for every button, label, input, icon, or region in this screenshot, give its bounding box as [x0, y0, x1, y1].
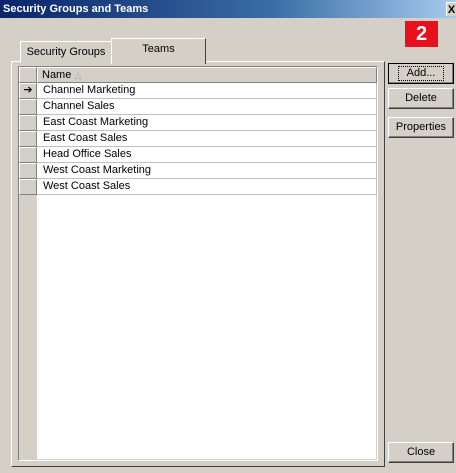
delete-button[interactable]: Delete	[388, 88, 454, 109]
grid-header: Name △	[19, 67, 377, 83]
header-selector-cell	[19, 67, 37, 83]
table-row[interactable]: Channel Sales	[19, 99, 377, 115]
column-header-label: Name	[42, 69, 72, 81]
current-row-arrow-icon: ➔	[19, 83, 37, 99]
table-row[interactable]: West Coast Sales	[19, 179, 377, 195]
team-name-cell[interactable]: Head Office Sales	[37, 147, 377, 163]
row-selector[interactable]	[19, 179, 37, 195]
table-row[interactable]: Head Office Sales	[19, 147, 377, 163]
tab-security-groups[interactable]: Security Groups	[20, 41, 112, 63]
add-button-label: Add...	[397, 66, 445, 81]
sort-ascending-icon: △	[74, 70, 82, 80]
team-name-cell[interactable]: Channel Sales	[37, 99, 377, 115]
tab-teams[interactable]: Teams	[111, 38, 206, 64]
step-badge: 2	[405, 21, 438, 47]
grid-rows: ➔ Channel Marketing Channel Sales East C…	[19, 83, 377, 195]
team-name-cell[interactable]: East Coast Marketing	[37, 115, 377, 131]
window-title: Security Groups and Teams	[3, 3, 149, 15]
team-name-cell[interactable]: East Coast Sales	[37, 131, 377, 147]
table-row[interactable]: East Coast Sales	[19, 131, 377, 147]
properties-button[interactable]: Properties	[388, 117, 454, 138]
teams-grid[interactable]: Name △ ➔ Channel Marketing Channel Sales …	[18, 66, 378, 461]
row-selector[interactable]	[19, 147, 37, 163]
table-row[interactable]: East Coast Marketing	[19, 115, 377, 131]
close-button[interactable]: Close	[388, 442, 454, 463]
row-selector[interactable]	[19, 163, 37, 179]
close-icon[interactable]: X	[446, 2, 456, 16]
row-selector[interactable]	[19, 115, 37, 131]
team-name-cell[interactable]: Channel Marketing	[37, 83, 377, 99]
team-name-cell[interactable]: West Coast Sales	[37, 179, 377, 195]
row-selector[interactable]	[19, 99, 37, 115]
table-row[interactable]: West Coast Marketing	[19, 163, 377, 179]
team-name-cell[interactable]: West Coast Marketing	[37, 163, 377, 179]
row-selector[interactable]	[19, 131, 37, 147]
table-row[interactable]: ➔ Channel Marketing	[19, 83, 377, 99]
selector-column	[19, 195, 37, 460]
column-header-name[interactable]: Name △	[37, 67, 377, 83]
add-button[interactable]: Add...	[388, 63, 454, 84]
window-titlebar: Security Groups and Teams X	[0, 0, 456, 18]
